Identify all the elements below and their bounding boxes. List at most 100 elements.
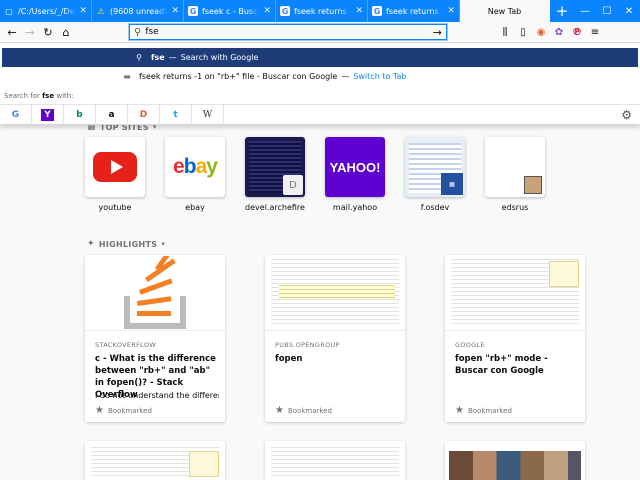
google-icon: G	[280, 6, 290, 16]
site-label: mail.yahoo	[332, 203, 378, 212]
extension-icon[interactable]: ◉	[532, 23, 550, 41]
top-site-f-osdev[interactable]: ▦ f.osdev	[405, 137, 465, 212]
suggestion-action: Search with Google	[180, 53, 259, 62]
tab-new-tab[interactable]: New Tab	[460, 0, 550, 22]
top-site-ebay[interactable]: ebay ebay	[165, 137, 225, 212]
amazon-icon[interactable]: a	[96, 105, 128, 125]
suggestion-text: fse	[151, 53, 165, 62]
one-off-search-engines: G Y b a D t W ⚙	[0, 104, 640, 125]
highlight-card[interactable]	[445, 441, 585, 480]
new-tab-plus-icon[interactable]: +	[550, 0, 574, 22]
card-thumbnail	[85, 255, 225, 331]
wikipedia-icon[interactable]: W	[192, 105, 224, 125]
tab-label: fseek returns -1 on	[294, 6, 353, 16]
site-tile: ▦	[405, 137, 465, 197]
tab-local-file[interactable]: ▢ /C:/Users/_/Desktop/_ ✕	[0, 0, 92, 22]
top-sites-grid: youtube ebay ebay D devel.archefire YAHO…	[85, 137, 565, 212]
url-input[interactable]	[145, 27, 433, 37]
site-tile: ebay	[165, 137, 225, 197]
chevron-down-icon: ▾	[161, 240, 166, 248]
reload-icon[interactable]: ↻	[39, 23, 57, 41]
highlight-card-google[interactable]: GOOGLE fopen "rb+" mode - Buscar con Goo…	[445, 255, 585, 422]
card-source: STACKOVERFLOW	[95, 341, 157, 349]
card-description: I do not understand the difference	[95, 391, 219, 400]
search-suggestion-row[interactable]: ⚲ fse — Search with Google	[2, 48, 638, 67]
autocomplete-popup: ⚲ fse — Search with Google ▬ fseek retur…	[0, 43, 640, 125]
nav-bar: ← → ↻ ⌂ ⚲ → ⫼ ▯ ◉ ✿ ℗ ≡	[0, 22, 640, 43]
osdev-logo-icon: ▦	[441, 173, 463, 195]
page-preview	[271, 447, 399, 477]
youtube-logo-icon	[93, 152, 137, 182]
site-tile	[485, 137, 545, 197]
google-icon[interactable]: G	[0, 105, 32, 125]
yahoo-icon[interactable]: Y	[32, 105, 64, 125]
top-site-devel-archefire[interactable]: D devel.archefire	[245, 137, 305, 212]
google-icon: G	[188, 6, 198, 16]
page-preview-box	[189, 451, 219, 477]
highlights-row-2	[85, 441, 625, 480]
close-window-icon[interactable]: ✕	[618, 0, 640, 22]
new-tab-content: ▦ TOP SITES ▾ youtube ebay ebay D devel.…	[0, 122, 640, 480]
tab-strip: ▢ /C:/Users/_/Desktop/_ ✕ ⚠ (9608 unread…	[0, 0, 640, 22]
close-icon[interactable]: ✕	[355, 6, 363, 16]
card-source: PUBS.OPENGROUP	[275, 341, 340, 349]
close-icon[interactable]: ✕	[79, 6, 87, 16]
warning-icon: ⚠	[97, 6, 105, 16]
menu-icon[interactable]: ≡	[586, 23, 604, 41]
site-label: f.osdev	[420, 203, 450, 212]
card-footer: ★ Bookmarked	[275, 405, 332, 416]
highlights-sparkle-icon: ✦	[87, 239, 95, 249]
top-site-mail-yahoo[interactable]: YAHOO! mail.yahoo	[325, 137, 385, 212]
highlight-card-stackoverflow[interactable]: STACKOVERFLOW c - What is the difference…	[85, 255, 225, 422]
card-source: GOOGLE	[455, 341, 485, 349]
search-for-label: Search for fse with:	[4, 92, 74, 100]
top-site-edsrus[interactable]: edsrus	[485, 137, 545, 212]
twitter-icon[interactable]: t	[160, 105, 192, 125]
site-label: edsrus	[501, 203, 529, 212]
gear-icon[interactable]: ⚙	[621, 108, 632, 122]
minimize-icon[interactable]: —	[574, 0, 596, 22]
tab-google-search-3[interactable]: G fseek returns -1 on ✕	[368, 0, 460, 22]
tab-label: /C:/Users/_/Desktop/_	[18, 6, 76, 16]
switch-tab-suggestion-row[interactable]: ▬ fseek returns -1 on "rb+" file - Busca…	[0, 67, 640, 86]
tab-google-search-2[interactable]: G fseek returns -1 on ✕	[276, 0, 368, 22]
page-preview	[271, 259, 399, 326]
card-thumbnail	[265, 255, 405, 331]
go-arrow-icon[interactable]: →	[433, 26, 442, 39]
top-site-youtube[interactable]: youtube	[85, 137, 145, 212]
tab-yahoo-mail[interactable]: ⚠ (9608 unread) – Ya ✕	[92, 0, 184, 22]
close-icon[interactable]: ✕	[263, 6, 271, 16]
site-tile	[85, 137, 145, 197]
sidebar-icon[interactable]: ▯	[514, 23, 532, 41]
bing-icon[interactable]: b	[64, 105, 96, 125]
forward-arrow-icon[interactable]: →	[21, 23, 39, 41]
page-preview-box	[549, 261, 579, 287]
extension-icon[interactable]: ✿	[550, 23, 568, 41]
pinterest-icon[interactable]: ℗	[568, 23, 586, 41]
card-thumbnail	[445, 255, 585, 331]
search-icon: ⚲	[136, 53, 142, 62]
tab-google-search-1[interactable]: G fseek c - Buscar con ✕	[184, 0, 276, 22]
tab-label: (9608 unread) – Ya	[110, 6, 168, 16]
close-icon[interactable]: ✕	[447, 6, 455, 16]
highlight-card[interactable]	[85, 441, 225, 480]
site-tile: D	[245, 137, 305, 197]
duckduckgo-icon[interactable]: D	[128, 105, 160, 125]
site-label: ebay	[185, 203, 205, 212]
tab-label: fseek returns -1 on	[386, 6, 445, 16]
highlight-card[interactable]	[265, 441, 405, 480]
back-arrow-icon[interactable]: ←	[3, 23, 21, 41]
search-icon: ⚲	[134, 26, 142, 38]
card-footer: ★ Bookmarked	[455, 405, 512, 416]
library-icon[interactable]: ⫼	[496, 23, 514, 41]
highlights-heading[interactable]: ✦ HIGHLIGHTS ▾	[87, 239, 165, 249]
url-bar[interactable]: ⚲ →	[129, 24, 447, 40]
tab-suggestion-title: fseek returns -1 on "rb+" file - Buscar …	[139, 72, 338, 81]
home-icon[interactable]: ⌂	[57, 23, 75, 41]
yahoo-logo-icon: YAHOO!	[329, 159, 381, 175]
ebay-logo-icon: ebay	[173, 155, 218, 178]
close-icon[interactable]: ✕	[171, 6, 179, 16]
maximize-icon[interactable]: ☐	[596, 0, 618, 22]
highlight-card-opengroup[interactable]: PUBS.OPENGROUP fopen ★ Bookmarked	[265, 255, 405, 422]
page-icon: ▢	[5, 6, 13, 16]
